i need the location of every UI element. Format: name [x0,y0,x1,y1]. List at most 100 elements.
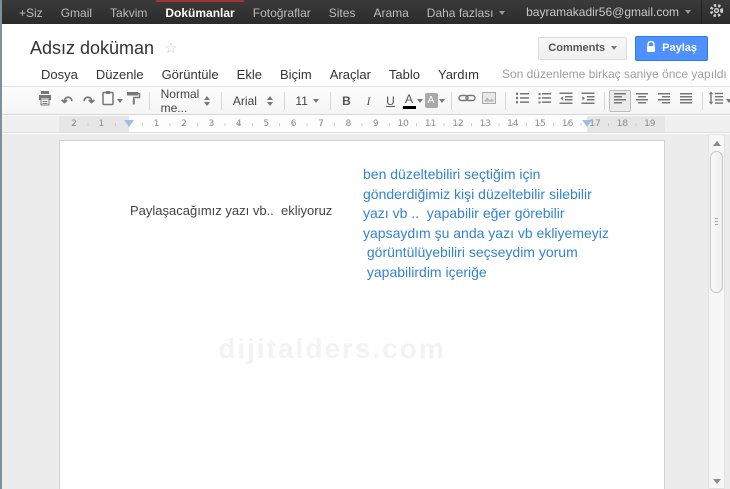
style-value: Normal me... [160,86,200,115]
paragraph-style-dropdown[interactable]: Normal me... [155,87,217,115]
ruler-number: 13 [479,119,492,129]
insert-image-button[interactable] [478,90,500,112]
menu-ekle[interactable]: Ekle [228,65,271,84]
nav-item-fotoraflar[interactable]: Fotoğraflar [244,0,320,24]
left-margin-marker[interactable] [124,120,134,127]
google-black-bar: +Siz Gmail Takvim Dokümanlar Fotoğraflar Site… [2,0,730,24]
share-button[interactable]: Paylaş [635,35,708,61]
chevron-down-icon [611,46,618,50]
nav-item-siz[interactable]: +Siz [10,0,52,24]
arrow-up-icon [712,141,721,146]
font-size-dropdown[interactable]: 11 [289,94,324,108]
document-page[interactable]: Paylaşacağımız yazı vb.. ekliyoruz ben d… [59,140,665,489]
print-button[interactable] [34,90,56,112]
text-line: ben düzeltebiliri seçtiğim için [363,166,541,182]
ruler-number: 15 [534,119,546,129]
ruler-number: 5 [263,119,270,129]
document-title[interactable]: Adsız doküman [30,38,154,59]
align-center-icon [634,90,650,111]
edit-status: Son düzenleme birkaç saniye önce yapıldı [501,67,727,81]
ruler-number: 9 [372,119,379,129]
line-spacing-button[interactable] [708,90,730,112]
separator [505,91,506,110]
underline-icon: U [386,93,395,108]
nav-item-dahafazlas[interactable]: Daha fazlası [418,0,514,24]
lock-icon [646,40,656,56]
menu-aralar[interactable]: Araçlar [321,65,380,84]
menu-grntle[interactable]: Görüntüle [153,65,228,84]
align-left-button[interactable] [609,89,632,112]
menu-yardm[interactable]: Yardım [429,65,488,84]
align-center-button[interactable] [631,90,653,112]
bullet-list-button[interactable] [533,90,555,112]
scroll-up-button[interactable] [709,137,724,150]
comments-label: Comments [548,42,606,54]
underline-button[interactable]: U [380,90,402,112]
text-line: görüntülüyebiliri seçseydim yorum [363,244,578,260]
undo-button[interactable]: ↶ [56,90,78,112]
italic-button[interactable]: I [358,90,380,112]
clipboard-icon [100,90,116,111]
ruler-number: 12 [452,119,464,129]
font-size-value: 11 [295,93,308,108]
link-icon [458,90,476,111]
web-clipboard-button[interactable] [100,90,123,112]
header-buttons: Comments Paylaş [538,35,720,61]
menu-biim[interactable]: Biçim [271,65,321,84]
align-right-icon [656,90,672,111]
justify-button[interactable] [675,90,697,112]
decrease-indent-button[interactable] [555,90,577,112]
scrollbar[interactable] [708,134,725,489]
doc-header: Adsız doküman ☆ Comments Paylaş Dosya Dü… [2,24,730,86]
scrollbar-thumb[interactable] [710,151,723,293]
ruler-number: 1 [98,119,105,129]
increase-indent-button[interactable] [577,90,599,112]
ruler[interactable]: 2 1 1 2 3 4 5 6 7 8 9 10 11 12 13 14 15 16 17 18 19 [2,116,730,133]
account-email-menu[interactable]: bayramakadir56@gmail.com [516,0,701,24]
toolbar: ↶ ↷ Normal me... Arial 11 B I U A A [2,86,730,115]
text-color-icon: A [402,93,416,109]
bold-button[interactable]: B [336,90,358,112]
highlight-color-button[interactable]: A [424,90,446,112]
gear-icon [708,2,725,22]
separator [702,91,704,110]
star-icon[interactable]: ☆ [164,39,177,57]
text-color-button[interactable]: A [402,90,424,112]
watermark: dijitalders.com [218,333,446,364]
redo-button[interactable]: ↷ [78,90,100,112]
numbered-list-button[interactable] [511,90,533,112]
settings-gear-button[interactable] [701,0,730,24]
justify-icon [678,90,694,111]
google-nav-right: bayramakadir56@gmail.com [516,0,730,24]
chevron-down-icon [725,98,730,103]
ruler-number: 3 [208,119,215,129]
nav-item-dokmanlar[interactable]: Dokümanlar [156,0,244,24]
nav-item-gmail[interactable]: Gmail [52,0,101,24]
font-family-dropdown[interactable]: Arial [227,94,279,108]
bullet-list-icon [536,90,552,111]
updown-icon [266,95,273,106]
menu-tablo[interactable]: Tablo [380,65,429,84]
nav-item-sites[interactable]: Sites [320,0,365,24]
ruler-strip: 2 1 1 2 3 4 5 6 7 8 9 10 11 12 13 14 15 16 17 18 19 [59,116,665,132]
align-left-icon [612,90,628,111]
chevron-down-icon [498,11,505,15]
paint-format-button[interactable] [122,90,144,112]
menu-row: Dosya Düzenle Görüntüle Ekle Biçim Araçlar Tab… [32,64,727,84]
text-line: yazı vb .. yapabilir eğer görebilir [363,205,565,221]
document-text-black[interactable]: Paylaşacağımız yazı vb.. ekliyoruz [130,203,332,218]
paint-roller-icon [125,90,141,111]
align-right-button[interactable] [653,90,675,112]
comments-button[interactable]: Comments [538,36,628,60]
indent-icon [580,90,596,111]
bold-icon: B [342,93,351,108]
scroll-down-button[interactable] [709,475,724,488]
menu-dosya[interactable]: Dosya [32,65,87,84]
chevron-down-icon [685,10,691,14]
blue-paragraph[interactable]: ben düzeltebiliri seçtiğim için gönderdiğ… [363,165,609,282]
menu-dzenle[interactable]: Düzenle [87,65,153,84]
insert-link-button[interactable] [456,90,478,112]
nav-item-takvim[interactable]: Takvim [101,0,156,24]
nav-item-arama[interactable]: Arama [364,0,417,24]
print-icon [37,90,53,111]
